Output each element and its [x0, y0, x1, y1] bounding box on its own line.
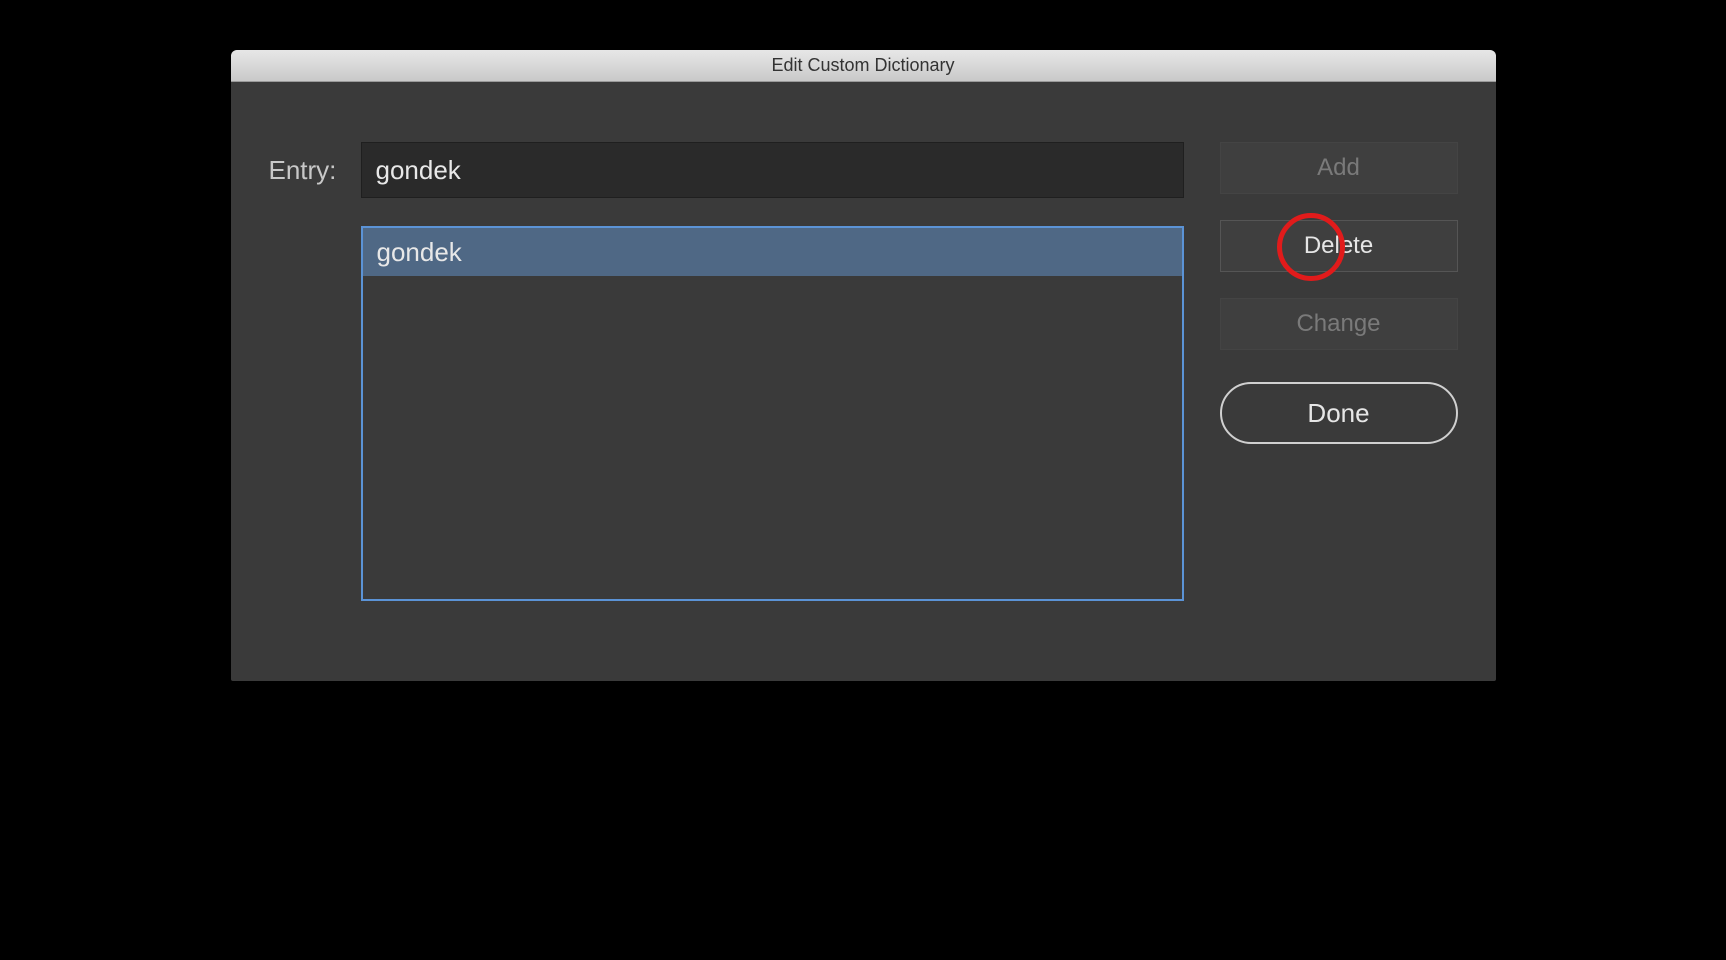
left-column: Entry: gondek	[269, 142, 1184, 601]
add-button[interactable]: Add	[1220, 142, 1458, 194]
change-button[interactable]: Change	[1220, 298, 1458, 350]
entry-input[interactable]	[361, 142, 1184, 198]
dialog-window: Edit Custom Dictionary Entry: gondek Add…	[231, 50, 1496, 681]
dialog-content: Entry: gondek Add Delete Change Done	[231, 82, 1496, 681]
list-item[interactable]: gondek	[363, 228, 1182, 276]
delete-button[interactable]: Delete	[1220, 220, 1458, 272]
done-button[interactable]: Done	[1220, 382, 1458, 444]
dictionary-listbox[interactable]: gondek	[361, 226, 1184, 601]
delete-button-label: Delete	[1304, 232, 1373, 260]
right-column: Add Delete Change Done	[1220, 142, 1458, 601]
entry-row: Entry:	[269, 142, 1184, 198]
titlebar: Edit Custom Dictionary	[231, 50, 1496, 82]
entry-label: Entry:	[269, 155, 345, 186]
window-title: Edit Custom Dictionary	[771, 55, 954, 76]
